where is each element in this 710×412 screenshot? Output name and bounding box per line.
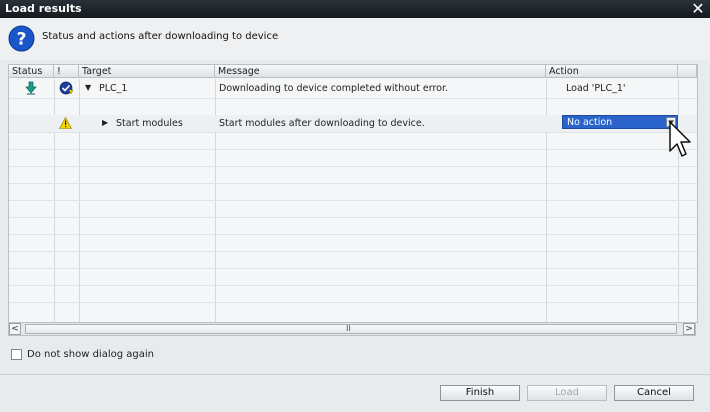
do-not-show-label: Do not show dialog again (27, 349, 154, 360)
grid-line (9, 268, 697, 269)
table-row[interactable]: ▼ PLC_1 Downloading to device completed … (9, 79, 697, 98)
row-message: Downloading to device completed without … (219, 83, 449, 94)
grid-line (9, 98, 697, 99)
column-header-target: Target (79, 65, 215, 78)
expand-toggle-icon[interactable]: ▶ (102, 118, 108, 127)
action-dropdown[interactable]: No action (562, 115, 678, 129)
help-icon: ? (8, 25, 35, 52)
grid-line (9, 217, 697, 218)
finish-button[interactable]: Finish (440, 385, 520, 401)
grid-line (9, 200, 697, 201)
scroll-thumb[interactable]: II (25, 324, 677, 334)
column-header-status: Status (9, 65, 54, 78)
grid-line (9, 234, 697, 235)
success-icon (59, 81, 74, 95)
divider (0, 374, 710, 375)
expand-toggle-icon[interactable]: ▼ (85, 83, 91, 92)
grid-line (9, 285, 697, 286)
scroll-thumb-grip: II (346, 324, 351, 333)
column-header-action: Action (546, 65, 678, 78)
close-icon[interactable]: ✕ (690, 0, 706, 18)
horizontal-scrollbar[interactable]: < II > (8, 322, 696, 336)
scroll-right-icon[interactable]: > (683, 323, 695, 335)
warning-icon (59, 117, 72, 129)
do-not-show-checkbox[interactable] (11, 349, 22, 360)
load-results-dialog: Load results ✕ ? Status and actions afte… (0, 0, 710, 412)
row-action: Load 'PLC_1' (566, 83, 626, 94)
column-header-warning: ! (54, 65, 79, 78)
row-target: Start modules (116, 118, 183, 129)
dialog-header: ? Status and actions after downloading t… (0, 18, 710, 60)
row-target: PLC_1 (99, 83, 128, 94)
window-title: Load results (5, 2, 82, 15)
results-grid: Status ! Target Message Action ▼ PLC_1 D… (8, 64, 698, 323)
row-message: Start modules after downloading to devic… (219, 118, 425, 129)
svg-text:?: ? (17, 30, 27, 50)
download-icon (25, 81, 37, 95)
header-text: Status and actions after downloading to … (42, 31, 279, 42)
grid-line (9, 149, 697, 150)
grid-line (9, 251, 697, 252)
scroll-left-icon[interactable]: < (9, 323, 21, 335)
grid-line (9, 166, 697, 167)
grid-line (9, 183, 697, 184)
mouse-cursor-icon (669, 121, 691, 157)
action-dropdown-value: No action (567, 117, 613, 128)
grid-line (9, 132, 697, 133)
column-header-spacer (678, 65, 697, 78)
grid-line (9, 302, 697, 303)
column-header-message: Message (215, 65, 546, 78)
title-bar: Load results ✕ (0, 0, 710, 18)
cancel-button[interactable]: Cancel (614, 385, 694, 401)
load-button[interactable]: Load (527, 385, 607, 401)
